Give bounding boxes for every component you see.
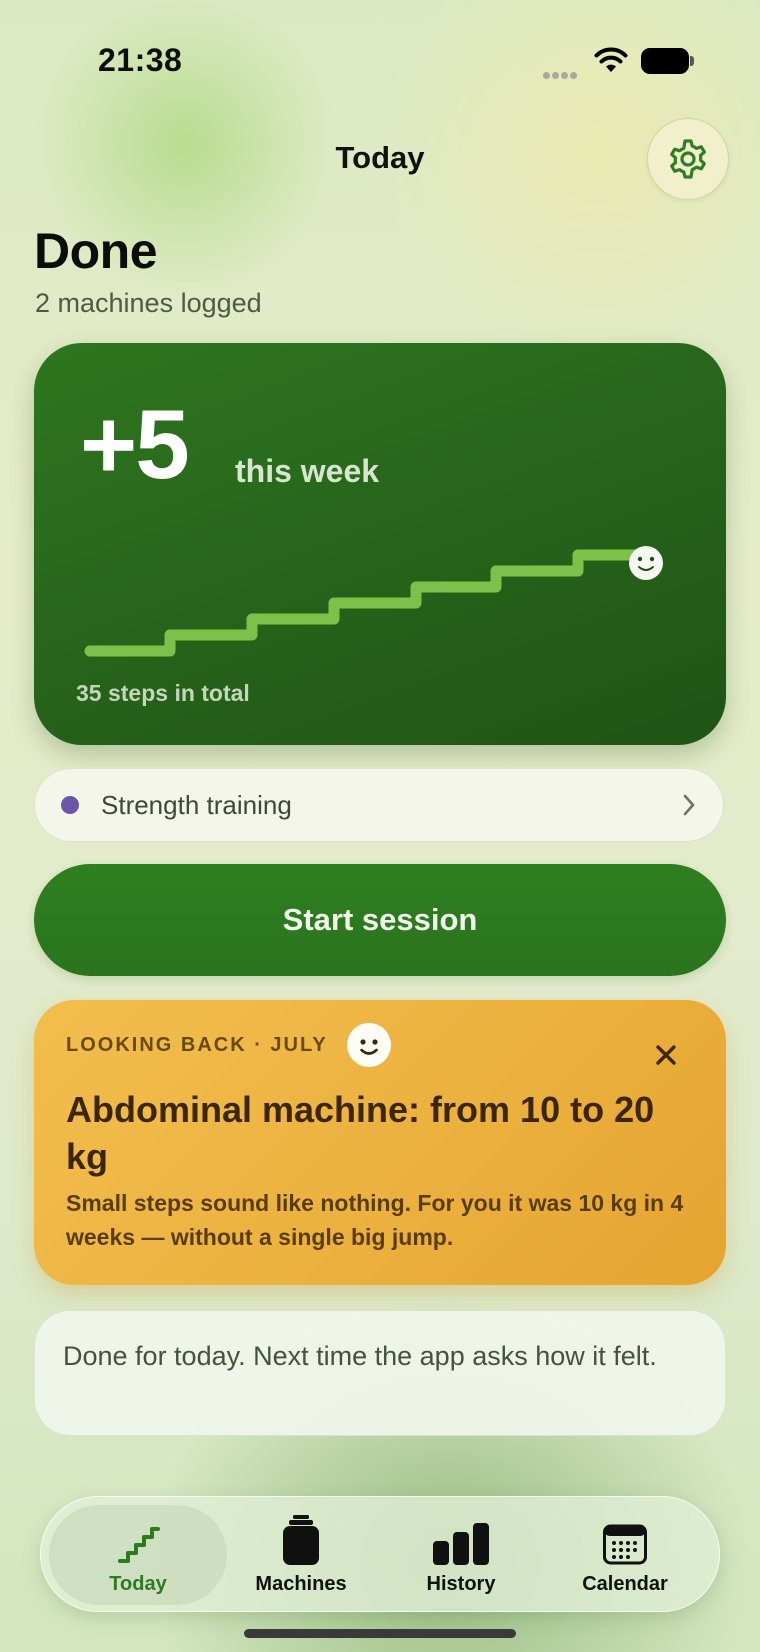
smiley-icon [629,546,663,580]
tab-history-label: History [426,1573,496,1595]
machine-icon [283,1515,319,1565]
tab-calendar[interactable]: Calendar [555,1505,695,1605]
program-color-dot [61,796,79,814]
tab-today-label: Today [109,1573,167,1595]
calendar-icon [603,1524,647,1565]
tab-machines-label: Machines [255,1573,347,1595]
tab-today[interactable]: Today [49,1505,227,1605]
tab-calendar-label: Calendar [582,1573,668,1595]
stairs-icon [118,1527,160,1563]
close-icon[interactable] [651,1040,681,1070]
battery-icon [641,48,694,74]
total-steps-label: 35 steps in total [76,680,250,706]
wifi-icon [594,47,628,72]
tab-history[interactable]: History [391,1505,531,1605]
looking-back-body: Small steps sound like nothing. For you … [66,1190,684,1250]
tab-bar: Today Machines History Calendar [40,1496,720,1612]
status-subtitle: 2 machines logged [35,288,262,318]
start-session-button[interactable]: Start session [34,864,726,976]
done-note: Done for today. Next time the app asks h… [34,1310,726,1436]
status-time: 21:38 [98,42,183,78]
home-indicator[interactable] [244,1629,516,1638]
looking-back-headline: Abdominal machine: from 10 to 20 kg [66,1089,655,1177]
weekly-progress-card: +5 this week 35 steps in total [34,343,726,745]
chevron-right-icon [683,794,695,816]
smiley-icon [347,1023,391,1067]
program-selector[interactable]: Strength training [34,768,724,842]
tab-machines[interactable]: Machines [231,1505,371,1605]
settings-button[interactable] [647,118,729,200]
start-session-label: Start session [282,902,478,937]
looking-back-card[interactable]: LOOKING BACK · JULY Abdominal machine: f… [34,1000,726,1285]
gear-icon [670,139,706,179]
bar-chart-icon [433,1523,489,1565]
status-heading: Done [34,223,158,279]
looking-back-eyebrow: LOOKING BACK · JULY [66,1034,328,1056]
page-title: Today [335,140,425,175]
signal-icon [543,66,581,79]
program-label: Strength training [101,789,292,820]
